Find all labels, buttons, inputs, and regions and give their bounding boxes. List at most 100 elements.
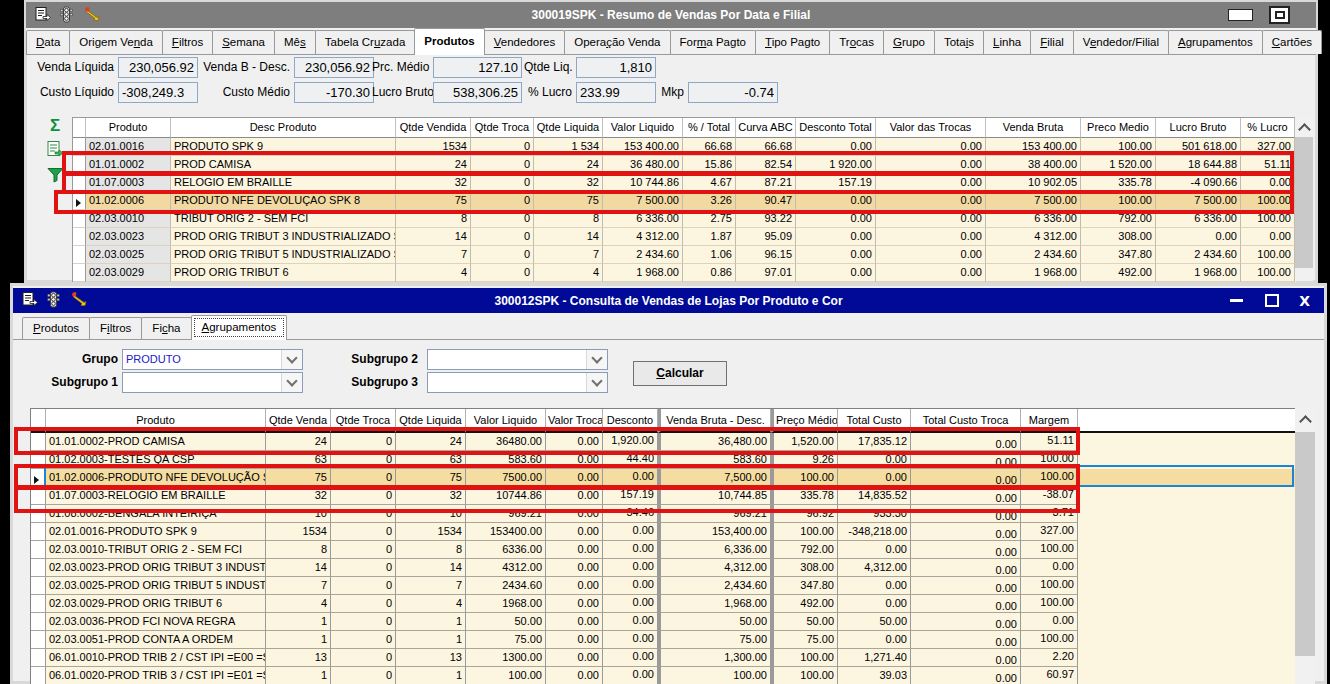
tab-tipo-pagto[interactable]: Tipo Pagto <box>755 30 830 54</box>
column-header[interactable]: Valor Liquido <box>603 118 683 138</box>
tab-filtros[interactable]: Filtros <box>162 30 213 54</box>
column-header[interactable]: Desc Produto <box>171 118 396 138</box>
tab-forma-pagto[interactable]: Forma Pagto <box>670 30 757 54</box>
tab-tabela-cruzada[interactable]: Tabela Cruzada <box>315 30 416 54</box>
tab-grupo[interactable]: Grupo <box>883 30 935 54</box>
column-header[interactable]: Qtde Vendida <box>396 118 471 138</box>
table-row[interactable]: 01.08.0002-BENGALA INTEIRIÇA10010969.210… <box>31 505 1296 523</box>
table-row[interactable]: 02.03.0051-PROD CONTA A ORDEM10175.000.0… <box>31 631 1296 649</box>
tab-cart-es[interactable]: Cartões <box>1262 30 1322 54</box>
scrollbar-thumb[interactable] <box>1295 432 1315 656</box>
column-header[interactable]: Valor das Trocas <box>876 118 986 138</box>
tab-produtos[interactable]: Produtos <box>414 28 484 55</box>
column-header[interactable]: Lucro Bruto <box>1156 118 1241 138</box>
tab-totais[interactable]: Totais <box>934 30 984 54</box>
table-row[interactable]: 06.01.0020-PROD TRIB 3 / CST IPI =E01 =S… <box>31 667 1296 684</box>
table-row[interactable]: 01.07.0003RELOGIO EM BRAILLE3203210 744.… <box>73 174 1296 192</box>
table-row[interactable]: 01.01.0002-PROD CAMISA2402436480.000.001… <box>31 433 1296 451</box>
column-header[interactable]: Preco Medio <box>1081 118 1156 138</box>
tab-semana[interactable]: Semana <box>212 30 275 54</box>
table-row[interactable]: 01.02.0006PRODUTO NFE DEVOLUÇAO SPK 8750… <box>73 192 1296 210</box>
table-row[interactable]: 02.03.0029PROD ORIG TRIBUT 64041 968.000… <box>73 264 1296 282</box>
wrench-icon[interactable] <box>69 291 88 310</box>
titlebar[interactable]: 300019SPK - Resumo de Vendas Por Data e … <box>26 2 1316 28</box>
tab-origem-venda[interactable]: Origem Venda <box>69 30 163 54</box>
table-row[interactable]: 02.03.0010-TRIBUT ORIG 2 - SEM FCI808633… <box>31 541 1296 559</box>
tab-opera-o-venda[interactable]: Operação Venda <box>564 30 670 54</box>
traffic-light-icon[interactable] <box>47 291 60 310</box>
restore-button[interactable] <box>1269 6 1290 24</box>
table-row[interactable]: 02.01.0016PRODUTO SPK 9153401 534153 400… <box>73 138 1296 156</box>
tab-filtros[interactable]: Filtros <box>89 317 142 339</box>
filter-funnel-icon[interactable] <box>44 167 66 185</box>
column-header[interactable]: Total Custo <box>838 409 911 433</box>
column-header[interactable]: Produto <box>86 118 171 138</box>
tab-m-s[interactable]: Mês <box>274 30 316 54</box>
wrench-icon[interactable] <box>82 6 101 25</box>
minimize-button[interactable] <box>1230 299 1243 302</box>
traffic-light-icon[interactable] <box>60 6 73 25</box>
titlebar[interactable]: 300012SPK - Consulta de Vendas de Lojas … <box>13 288 1324 313</box>
tab-filial[interactable]: Filial <box>1030 30 1074 54</box>
chevron-down-icon[interactable] <box>281 373 302 392</box>
chevron-down-icon[interactable] <box>586 350 607 369</box>
export-doc-icon[interactable] <box>35 7 51 24</box>
table-row[interactable]: 02.03.0023PROD ORIG TRIBUT 3 INDUSTRIALI… <box>73 228 1296 246</box>
table-row[interactable]: 06.01.0010-PROD TRIB 2 / CST IPI =E00 =S… <box>31 649 1296 667</box>
column-header[interactable]: Qtde Troca <box>331 409 396 433</box>
tab-agrupamentos[interactable]: Agrupamentos <box>1168 30 1263 54</box>
grupo-combo[interactable]: PRODUTO <box>122 349 303 370</box>
column-header[interactable]: Qtde Troca <box>471 118 534 138</box>
minimize-button[interactable] <box>1228 9 1253 21</box>
export-doc-icon[interactable] <box>22 292 38 309</box>
column-header[interactable]: Desconto <box>603 409 658 433</box>
table-row[interactable]: 02.01.0016-PRODUTO SPK 9153401534153400.… <box>31 523 1296 541</box>
scroll-up-icon[interactable] <box>1295 117 1313 137</box>
tab-vendedores[interactable]: Vendedores <box>484 30 565 54</box>
scrollbar-thumb[interactable] <box>1295 137 1313 268</box>
close-button[interactable]: X <box>1299 293 1310 309</box>
table-row[interactable]: 02.03.0025-PROD ORIG TRIBUT 5 INDUSTRIAL… <box>31 577 1296 595</box>
tab-linha[interactable]: Linha <box>983 30 1031 54</box>
column-header[interactable]: Curva ABC <box>736 118 796 138</box>
column-header[interactable]: Valor Liquido <box>466 409 546 433</box>
export-grid-icon[interactable] <box>44 141 66 160</box>
column-header[interactable]: Margem <box>1021 409 1078 433</box>
column-header[interactable]: Produto <box>46 409 266 433</box>
column-header[interactable]: Venda Bruta - Desc. <box>658 409 771 433</box>
table-row[interactable]: 02.03.0010TRIBUT ORIG 2 - SEM FCI8086 33… <box>73 210 1296 228</box>
column-header[interactable]: Total Custo Troca <box>911 409 1021 433</box>
restore-button[interactable] <box>1265 294 1279 307</box>
table-row[interactable]: 02.03.0025PROD ORIG TRIBUT 5 INDUSTRIALI… <box>73 246 1296 264</box>
table-row[interactable]: 02.03.0023-PROD ORIG TRIBUT 3 INDUSTRIAL… <box>31 559 1296 577</box>
table-row[interactable]: 01.07.0003-RELOGIO EM BRAILLE3203210744.… <box>31 487 1296 505</box>
column-header[interactable]: Valor Troca <box>546 409 603 433</box>
table-row[interactable]: 01.02.0003-TESTES QA CSP63063583.600.004… <box>31 451 1296 469</box>
table-row[interactable]: 01.02.0006-PRODUTO NFE DEVOLUÇÃO SPK 875… <box>31 469 1296 487</box>
column-header[interactable]: Preço Médio <box>771 409 838 433</box>
column-header[interactable]: Venda Bruta <box>986 118 1081 138</box>
column-header[interactable]: Desconto Total <box>796 118 876 138</box>
sum-icon[interactable]: Σ <box>44 116 66 136</box>
scroll-up-icon[interactable] <box>1295 408 1315 430</box>
table-row[interactable]: 01.01.0002PROD CAMISA2402436 480.0015.86… <box>73 156 1296 174</box>
column-header[interactable]: Qtde Venda <box>266 409 331 433</box>
chevron-down-icon[interactable] <box>281 350 302 369</box>
table-row[interactable]: 02.03.0036-PROD FCI NOVA REGRA10150.000.… <box>31 613 1296 631</box>
tab-produtos[interactable]: Produtos <box>22 317 90 339</box>
tab-vendedor-filial[interactable]: Vendedor/Filial <box>1073 30 1169 54</box>
subgrupo3-combo[interactable] <box>427 372 608 393</box>
table-row[interactable]: 02.03.0029-PROD ORIG TRIBUT 64041968.000… <box>31 595 1296 613</box>
column-header[interactable]: % / Total <box>683 118 736 138</box>
chevron-down-icon[interactable] <box>586 373 607 392</box>
calcular-button[interactable]: Calcular <box>633 361 727 386</box>
column-header[interactable]: % Lucro <box>1241 118 1295 138</box>
column-header[interactable]: Qtde Liquida <box>534 118 603 138</box>
tab-agrupamentos[interactable]: Agrupamentos <box>191 315 288 340</box>
subgrupo2-combo[interactable] <box>427 349 608 370</box>
tab-data[interactable]: Data <box>26 30 70 54</box>
column-header[interactable]: Qtde Liquida <box>396 409 466 433</box>
vertical-scrollbar[interactable] <box>1295 117 1313 281</box>
tab-trocas[interactable]: Trocas <box>829 30 884 54</box>
vertical-scrollbar[interactable] <box>1295 408 1315 684</box>
